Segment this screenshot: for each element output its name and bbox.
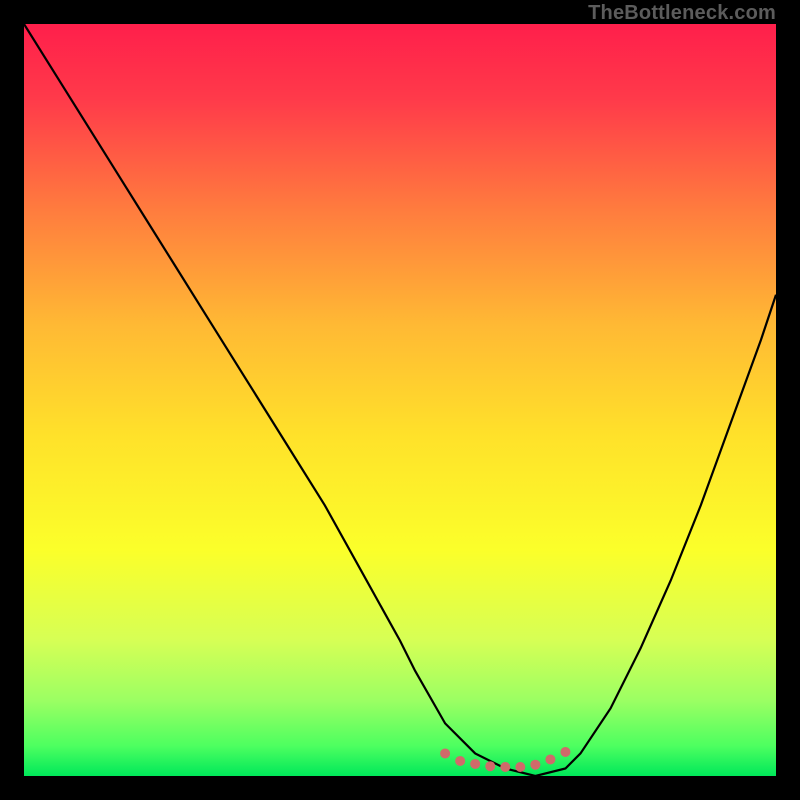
optimal-range-dot — [530, 760, 540, 770]
optimal-range-dot — [545, 754, 555, 764]
optimal-range-dot — [515, 762, 525, 772]
watermark-text: TheBottleneck.com — [588, 2, 776, 25]
optimal-range-dot — [455, 756, 465, 766]
optimal-range-dot — [500, 762, 510, 772]
chart-background-gradient — [24, 24, 776, 776]
optimal-range-dot — [485, 761, 495, 771]
optimal-range-dot — [470, 759, 480, 769]
optimal-range-dot — [440, 748, 450, 758]
optimal-range-dot — [560, 747, 570, 757]
chart-plot-area — [24, 24, 776, 776]
chart-svg — [24, 24, 776, 776]
